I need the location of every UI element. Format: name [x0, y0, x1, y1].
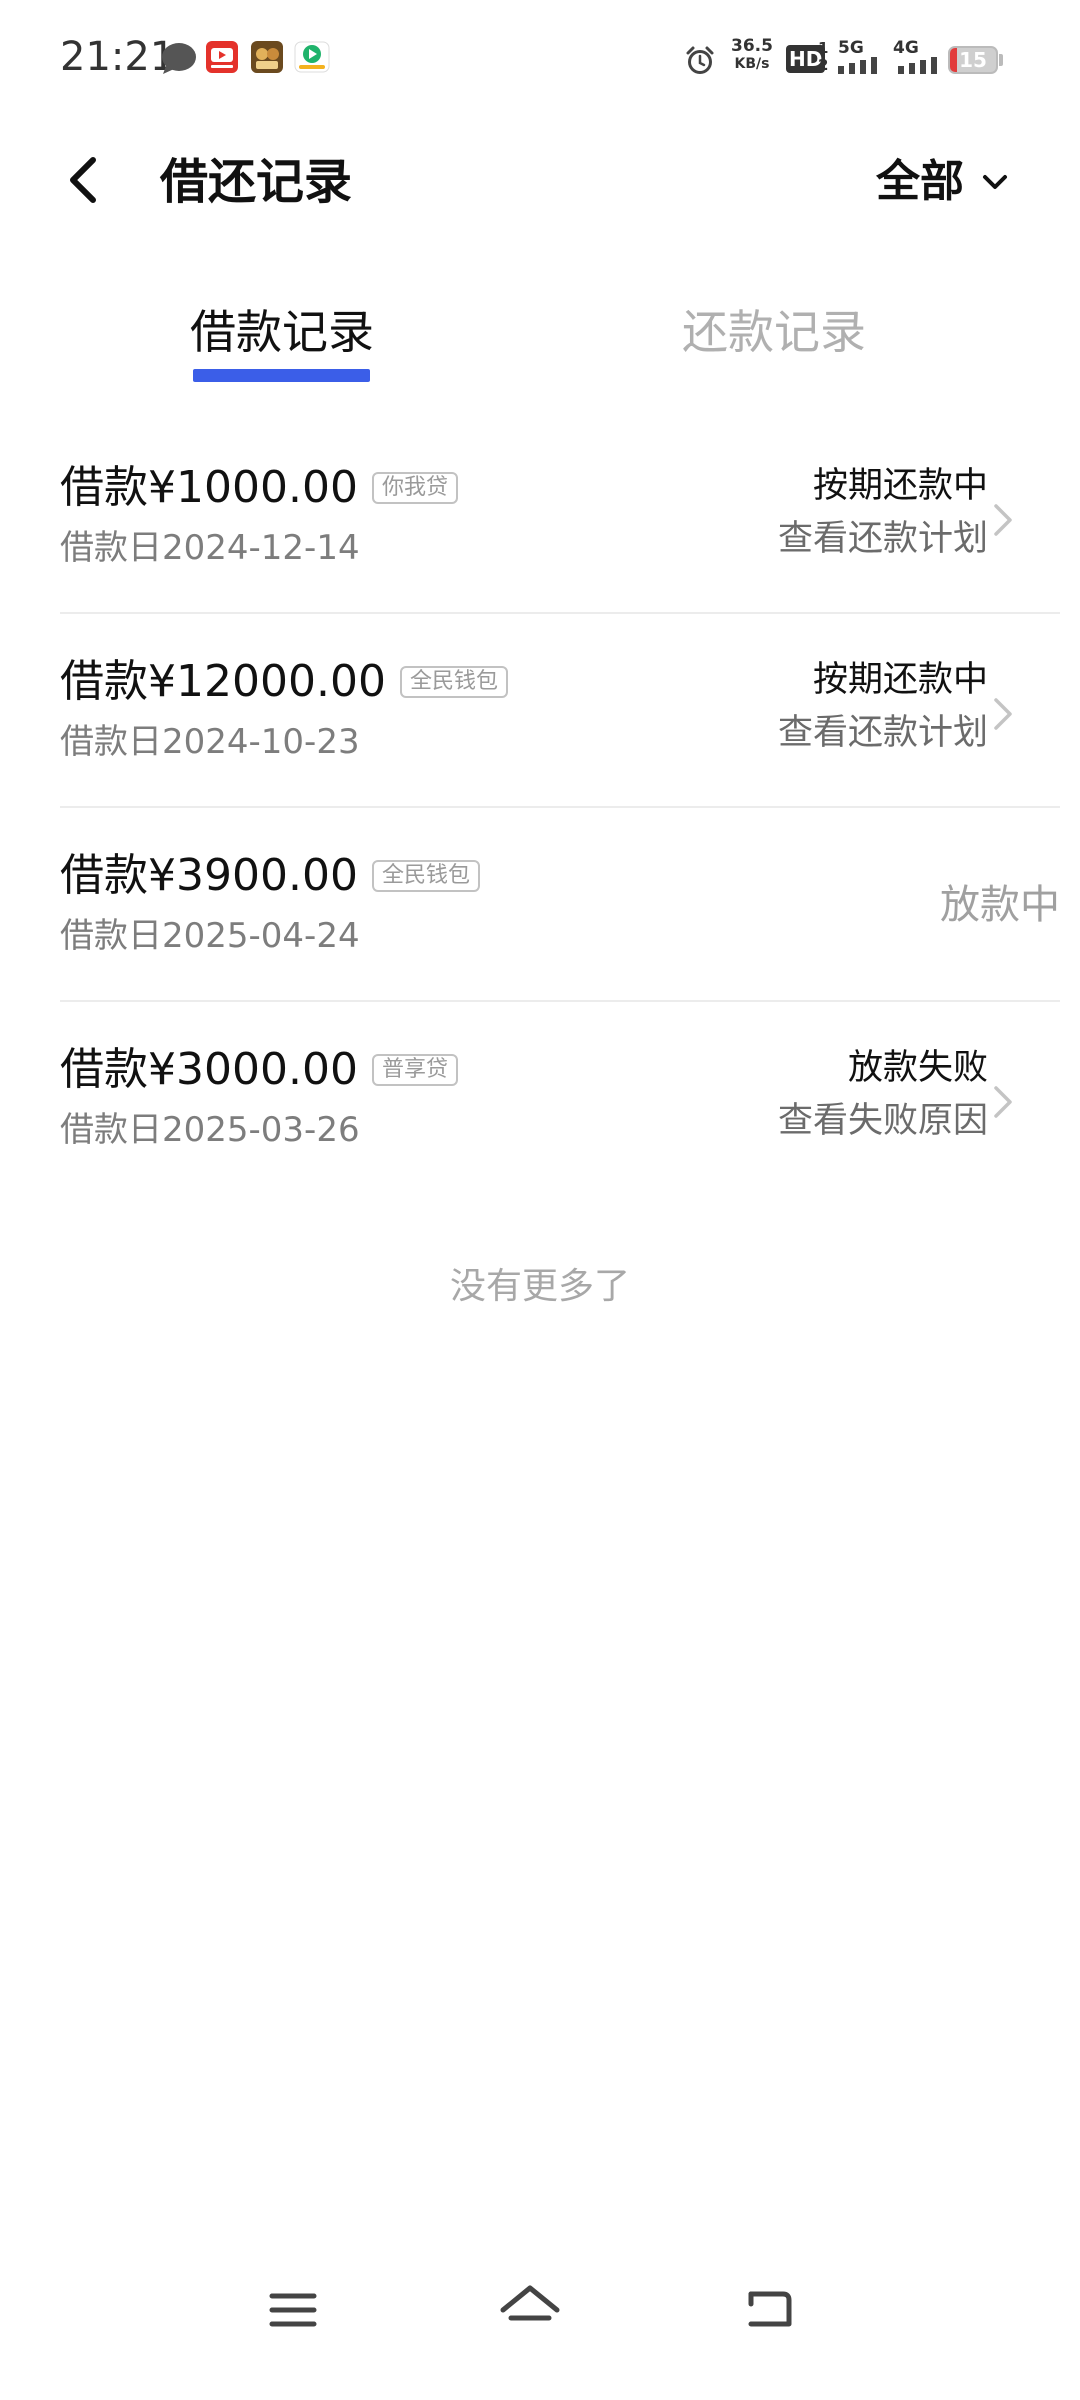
- nav-home-button[interactable]: [495, 2280, 565, 2340]
- record-tabs: 借款记录 还款记录: [0, 300, 1080, 390]
- signal-4g-label: 4G: [893, 38, 919, 58]
- record-status: 按期还款中: [812, 660, 988, 700]
- record-amount: 借款¥1000.00: [60, 462, 358, 513]
- record-status-block: 按期还款中 查看还款计划: [778, 462, 988, 564]
- record-lender-tag: 全民钱包: [371, 860, 480, 892]
- tab-repayment-records[interactable]: 还款记录: [594, 300, 954, 364]
- chevron-right-icon: [994, 698, 1012, 730]
- filter-label: 全部: [876, 156, 964, 207]
- chevron-right-icon: [994, 504, 1012, 536]
- back-button[interactable]: [55, 150, 115, 210]
- record-status: 按期还款中: [812, 466, 988, 506]
- record-status: 放款中: [940, 882, 1060, 928]
- record-date: 借款日2025-03-26: [60, 1110, 360, 1150]
- record-lender-tag: 普享贷: [371, 1054, 458, 1086]
- record-status-block: 按期还款中 查看还款计划: [778, 656, 988, 758]
- filter-dropdown[interactable]: 全部: [876, 150, 1010, 214]
- record-amount-line: 借款¥1000.00 你我贷: [60, 458, 458, 518]
- battery-tip: [999, 54, 1003, 66]
- status-time: 21:21: [60, 34, 176, 80]
- back-icon: [748, 2291, 792, 2327]
- record-link[interactable]: 查看还款计划: [778, 708, 988, 758]
- battery-level: 15: [959, 48, 987, 72]
- home-icon: [500, 2285, 560, 2321]
- record-amount: 借款¥3000.00: [60, 1044, 358, 1095]
- hd-sub-label: 1 2: [818, 39, 829, 74]
- alarm-icon: [686, 46, 714, 74]
- chevron-right-icon: [994, 1086, 1012, 1118]
- media-app-icon: [294, 41, 330, 73]
- page-title: 借还记录: [160, 154, 353, 210]
- signal-4g-icon: [898, 57, 937, 74]
- record-status-block: 放款失败 查看失败原因: [778, 1044, 988, 1146]
- tab-loan-records[interactable]: 借款记录: [102, 300, 462, 364]
- battery-icon: 15: [948, 46, 998, 74]
- record-info: 借款¥1000.00 你我贷 借款日2024-12-14: [60, 458, 458, 568]
- nav-menu-button[interactable]: [258, 2280, 328, 2340]
- chevron-down-icon: [983, 175, 1007, 189]
- signal-5g-icon: [838, 57, 877, 74]
- chevron-left-icon: [70, 157, 96, 203]
- video-app-icon: [206, 41, 238, 73]
- tab-indicator: [193, 369, 370, 382]
- loan-record[interactable]: 借款¥1000.00 你我贷 借款日2024-12-14 按期还款中 查看还款计…: [60, 420, 1060, 614]
- record-amount: 借款¥3900.00: [60, 850, 358, 901]
- no-more-text: 没有更多了: [449, 1266, 630, 1307]
- record-status-block: 放款中: [940, 880, 1060, 930]
- record-lender-tag: 你我贷: [371, 472, 458, 504]
- record-amount: 借款¥12000.00: [60, 656, 386, 707]
- record-link[interactable]: 查看还款计划: [778, 514, 988, 564]
- chat-bubble-icon: [162, 43, 196, 74]
- status-bar: 21:21 36.5 KB/s HD 1 2 5G 4G 15: [0, 0, 1080, 120]
- game-app-icon: [251, 41, 283, 73]
- record-amount-line: 借款¥3000.00 普享贷: [60, 1040, 458, 1100]
- record-amount-line: 借款¥3900.00 全民钱包: [60, 846, 480, 906]
- network-speed-value: 36.5: [731, 36, 773, 56]
- record-link[interactable]: 查看失败原因: [778, 1096, 988, 1146]
- record-lender-tag: 全民钱包: [399, 666, 508, 698]
- record-status: 放款失败: [847, 1048, 988, 1088]
- loan-record[interactable]: 借款¥3000.00 普享贷 借款日2025-03-26 放款失败 查看失败原因: [60, 1002, 1060, 1196]
- record-info: 借款¥3000.00 普享贷 借款日2025-03-26: [60, 1040, 458, 1150]
- record-date: 借款日2024-12-14: [60, 528, 360, 568]
- loan-record[interactable]: 借款¥3900.00 全民钱包 借款日2025-04-24 放款中: [60, 808, 1060, 1002]
- record-date: 借款日2025-04-24: [60, 916, 360, 956]
- record-info: 借款¥3900.00 全民钱包 借款日2025-04-24: [60, 846, 480, 956]
- signal-5g-label: 5G: [838, 38, 864, 58]
- network-speed-unit: KB/s: [734, 56, 770, 72]
- system-nav-bar: [0, 2250, 1080, 2370]
- record-amount-line: 借款¥12000.00 全民钱包: [60, 652, 508, 712]
- record-date: 借款日2024-10-23: [60, 722, 360, 762]
- record-info: 借款¥12000.00 全民钱包 借款日2024-10-23: [60, 652, 508, 762]
- nav-back-button[interactable]: [733, 2280, 803, 2340]
- network-speed: 36.5 KB/s: [726, 36, 778, 72]
- loan-record[interactable]: 借款¥12000.00 全民钱包 借款日2024-10-23 按期还款中 查看还…: [60, 614, 1060, 808]
- loan-record-list: 借款¥1000.00 你我贷 借款日2024-12-14 按期还款中 查看还款计…: [0, 420, 1080, 1196]
- app-header: 借还记录 全部: [0, 130, 1080, 240]
- menu-icon: [269, 2293, 317, 2327]
